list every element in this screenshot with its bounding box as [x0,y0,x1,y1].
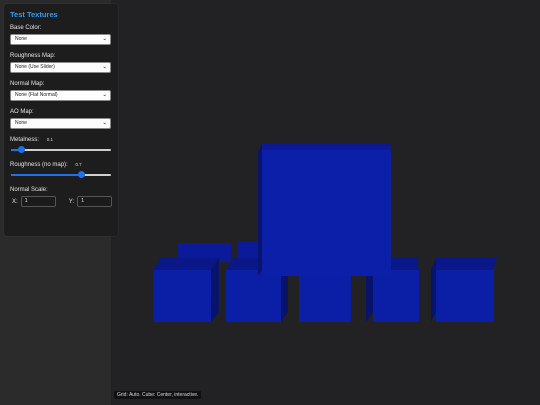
status-text: Grid: Auto. Cube: Center, interactive. [114,391,202,399]
ao-map-select[interactable]: None ⌄ [10,118,111,129]
3d-viewport[interactable] [111,0,540,405]
normal-scale-label: Normal Scale: [10,187,48,194]
slider-thumb[interactable] [17,146,25,154]
base-color-select[interactable]: None ⌄ [10,34,111,45]
normal-map-select[interactable]: None (Flat Normal) ⌄ [10,90,111,101]
metalness-slider[interactable] [11,146,111,154]
cube-center-interactive[interactable] [258,144,391,276]
roughness-slider[interactable] [11,171,111,179]
normal-scale-x-label: X: [12,198,18,205]
normal-map-value: None (Flat Normal) [15,92,58,98]
normal-scale-y-label: Y: [68,198,75,205]
chevron-down-icon: ⌄ [102,120,107,126]
normal-scale-x-input[interactable]: 1 [20,196,56,208]
normal-map-control: Normal Map: None (Flat Normal) ⌄ [10,81,112,101]
roughness-map-value: None (Use Slider) [15,64,55,70]
cube-front-1 [153,258,219,322]
chevron-down-icon: ⌄ [102,92,107,98]
ao-map-control: AO Map: None ⌄ [10,109,112,129]
slider-thumb[interactable] [77,171,85,179]
texture-controls-panel: Test Textures Base Color: None ⌄ Roughne… [4,4,118,236]
normal-scale-y-input[interactable]: 1 [77,196,112,208]
panel-title: Test Textures [10,10,58,19]
slider-fill [11,174,81,177]
roughness-value: 0.7 [75,162,82,168]
chevron-down-icon: ⌄ [102,36,107,42]
metalness-control: Metalness: 0.1 [10,137,112,154]
scene-canvas[interactable] [111,0,540,405]
roughness-control: Roughness (no map): 0.7 [10,162,112,179]
metalness-value: 0.1 [46,137,53,142]
roughness-map-label: Roughness Map: [10,53,56,59]
cube-front-3 [299,272,351,322]
base-color-label: Base Color: [10,25,42,31]
cube-front-5 [431,258,497,322]
slider-track [11,149,111,152]
ao-map-label: AO Map: [10,109,34,115]
roughness-label: Roughness (no map): [10,162,68,169]
roughness-map-select[interactable]: None (Use Slider) ⌄ [10,62,111,73]
ao-map-value: None [15,120,27,126]
roughness-map-control: Roughness Map: None (Use Slider) ⌄ [10,53,112,73]
base-color-value: None [15,36,27,42]
metalness-label: Metalness: [10,137,40,144]
normal-map-label: Normal Map: [10,81,45,87]
chevron-down-icon: ⌄ [102,64,107,70]
base-color-control: Base Color: None ⌄ [10,25,112,45]
normal-scale-control: Normal Scale: X: 1 Y: 1 [10,187,112,208]
